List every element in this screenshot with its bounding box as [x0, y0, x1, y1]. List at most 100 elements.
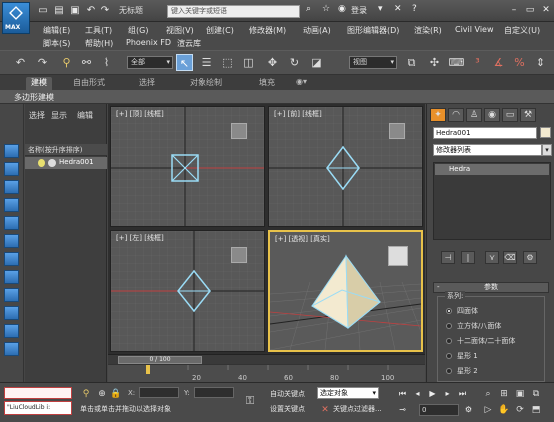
key-mode-icon[interactable]: ⊸	[396, 403, 409, 416]
keyboard-shortcut-icon[interactable]: ⌨	[448, 54, 465, 71]
viewport-label[interactable]: [+] [左] [线框]	[116, 233, 164, 243]
field-of-view-icon[interactable]: ▷	[482, 404, 494, 416]
minimize-icon[interactable]: –	[506, 3, 522, 17]
maximize-icon[interactable]: ▭	[522, 3, 538, 17]
family-radio-star2[interactable]: 星形 2	[446, 366, 478, 376]
isolate-icon[interactable]: ⊕	[96, 388, 108, 400]
tab-object-paint[interactable]: 对象绘制	[190, 77, 222, 88]
viewcube-perspective[interactable]	[388, 246, 408, 266]
menu-graph-editors[interactable]: 图形编辑器(D)	[347, 25, 399, 36]
selection-filter-dropdown[interactable]: 全部	[127, 56, 173, 69]
tab-modeling[interactable]: 建模	[26, 77, 52, 90]
app-logo-button[interactable]: MAX	[2, 2, 30, 34]
selection-lock-toggle-icon[interactable]: 🔒	[110, 388, 122, 400]
pin-stack-icon[interactable]: ⊣	[441, 251, 455, 264]
explorer-tab-select[interactable]: 选择	[29, 110, 45, 121]
viewport-top[interactable]: [+] [顶] [线框]	[110, 106, 265, 227]
display-helpers-icon[interactable]	[4, 252, 19, 266]
make-unique-icon[interactable]: ⋎	[485, 251, 499, 264]
zoom-all-icon[interactable]: ⊞	[498, 388, 510, 400]
redo-icon[interactable]: ↷	[34, 54, 51, 71]
menu-customize[interactable]: 自定义(U)	[504, 25, 540, 36]
menu-help[interactable]: 帮助(H)	[85, 38, 113, 49]
login-button[interactable]: 登录	[351, 5, 367, 16]
viewcube-top[interactable]	[231, 123, 247, 139]
maxscript-listener-input[interactable]: "LiuCloudLib i:	[4, 401, 72, 415]
time-slider-handle[interactable]: 0 / 100	[118, 356, 202, 364]
time-configuration-icon[interactable]: ⚙	[462, 403, 475, 416]
display-shapes-icon[interactable]	[4, 198, 19, 212]
user-icon[interactable]: ◉	[338, 4, 346, 14]
maximize-viewport-icon[interactable]: ⬒	[530, 404, 542, 416]
menu-rendering[interactable]: 渲染(R)	[414, 25, 442, 36]
remove-modifier-icon[interactable]: ⌫	[503, 251, 517, 264]
favorites-icon[interactable]: ☆	[322, 4, 330, 14]
tab-freeform[interactable]: 自由形式	[73, 77, 105, 88]
display-bones-icon[interactable]	[4, 324, 19, 338]
new-file-icon[interactable]: ▭	[36, 4, 50, 18]
menu-group[interactable]: 组(G)	[128, 25, 148, 36]
set-key-icon[interactable]: ⚿	[244, 395, 256, 407]
viewport-left[interactable]: [+] [左] [线框]	[110, 230, 265, 352]
modify-tab-icon[interactable]: ◠	[448, 108, 464, 122]
search-input[interactable]: 键入关键字或短语	[167, 5, 300, 18]
chevron-down-icon[interactable]: ▾	[542, 144, 552, 156]
unlink-icon[interactable]: ⚯	[78, 54, 95, 71]
display-none-icon[interactable]	[4, 144, 19, 158]
select-and-move-icon[interactable]: ✥	[264, 54, 281, 71]
next-frame-icon[interactable]: ▸	[441, 387, 454, 400]
auto-key-button[interactable]: 自动关键点	[270, 389, 305, 399]
create-tab-icon[interactable]: ✦	[430, 108, 446, 122]
login-dropdown-icon[interactable]: ▾	[378, 4, 383, 14]
show-end-result-icon[interactable]: |	[461, 251, 475, 264]
exchange-icon[interactable]: ✕	[394, 4, 402, 14]
viewport-label[interactable]: [+] [顶] [线框]	[116, 109, 164, 119]
family-radio-dodec-icos[interactable]: 十二面体/二十面体	[446, 336, 515, 346]
select-and-scale-icon[interactable]: ◪	[308, 54, 325, 71]
display-all-icon[interactable]	[4, 162, 19, 176]
menu-edit[interactable]: 编辑(E)	[43, 25, 70, 36]
open-file-icon[interactable]: ▤	[52, 4, 66, 18]
display-cameras-icon[interactable]	[4, 234, 19, 248]
explorer-tab-display[interactable]: 显示	[51, 110, 67, 121]
viewcube-front[interactable]	[389, 123, 405, 139]
go-to-end-icon[interactable]: ⏭	[456, 387, 469, 400]
explorer-column-header[interactable]: 名称(按升序排序)	[25, 144, 107, 156]
tab-populate[interactable]: 填充	[259, 77, 275, 88]
tab-selection[interactable]: 选择	[139, 77, 155, 88]
undo-icon[interactable]: ↶	[12, 54, 29, 71]
configure-modifier-sets-icon[interactable]: ⚙	[523, 251, 537, 264]
display-xrefs-icon[interactable]	[4, 306, 19, 320]
viewport-front[interactable]: [+] [前] [线框]	[268, 106, 423, 227]
bind-space-warp-icon[interactable]: ⌇	[98, 54, 115, 71]
display-containers-icon[interactable]	[4, 342, 19, 356]
rectangular-selection-icon[interactable]: ⬚	[219, 54, 236, 71]
menu-scripting[interactable]: 脚本(S)	[43, 38, 70, 49]
x-coord-field[interactable]	[139, 387, 179, 398]
window-crossing-icon[interactable]: ◫	[240, 54, 257, 71]
menu-tools[interactable]: 工具(T)	[85, 25, 112, 36]
help-icon[interactable]: ?	[412, 4, 417, 14]
menu-cloud-library[interactable]: 渲云库	[177, 38, 201, 49]
select-and-manipulate-icon[interactable]: ✣	[426, 54, 443, 71]
angle-snap-icon[interactable]: ∡	[490, 54, 507, 71]
ribbon-panel-title[interactable]: 多边形建模	[14, 92, 54, 103]
hierarchy-tab-icon[interactable]: ♙	[466, 108, 482, 122]
current-frame-field[interactable]: 0	[419, 404, 459, 416]
display-lights-icon[interactable]	[4, 216, 19, 230]
display-groups-icon[interactable]	[4, 288, 19, 302]
select-object-icon[interactable]: ↖	[176, 54, 193, 71]
zoom-extents-icon[interactable]: ▣	[514, 388, 526, 400]
previous-frame-icon[interactable]: ◂	[411, 387, 424, 400]
menu-create[interactable]: 创建(C)	[206, 25, 234, 36]
stack-item-hedra[interactable]: Hedra	[435, 164, 549, 175]
binoculars-icon[interactable]: ⌕	[306, 4, 311, 14]
redo-icon[interactable]: ↷	[98, 4, 112, 18]
menu-civil-view[interactable]: Civil View	[455, 25, 494, 34]
modifier-list-dropdown[interactable]: 修改器列表	[433, 144, 542, 156]
close-icon[interactable]: ✕	[538, 3, 554, 17]
key-filter-icon[interactable]: ✕	[319, 404, 331, 416]
key-filters-button[interactable]: 关键点过滤器...	[333, 404, 382, 414]
viewport-perspective[interactable]: [+] [透视] [真实]	[268, 230, 423, 352]
go-to-start-icon[interactable]: ⏮	[396, 387, 409, 400]
